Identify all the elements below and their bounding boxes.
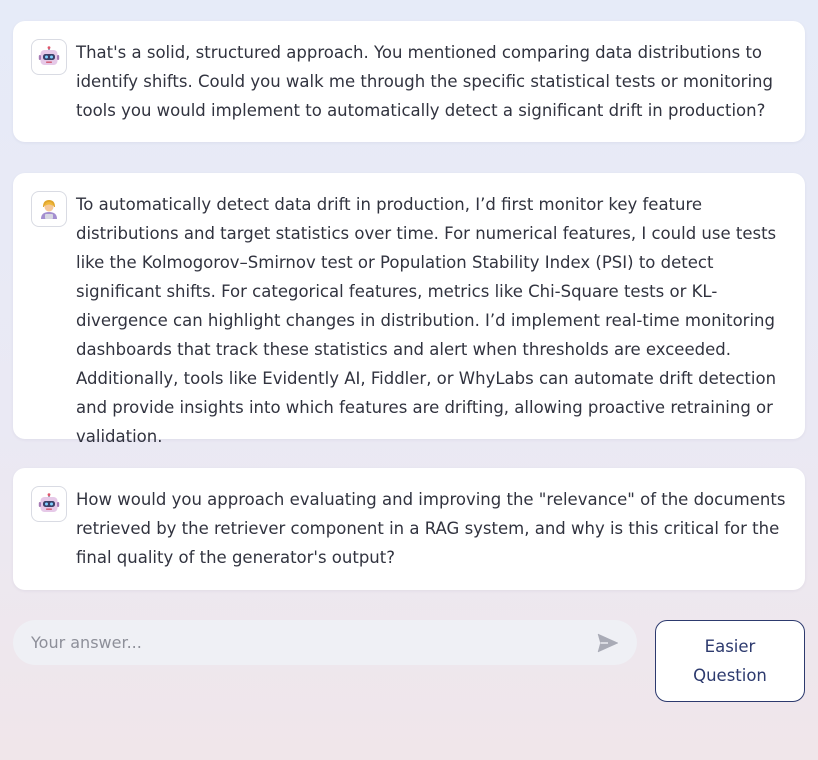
chat-message-assistant: That's a solid, structured approach. You…: [13, 21, 805, 142]
send-icon: [597, 633, 619, 652]
chat-message-user: To automatically detect data drift in pr…: [13, 173, 805, 446]
answer-input-bar: [13, 620, 637, 665]
assistant-avatar: [31, 39, 67, 75]
assistant-avatar: [31, 486, 67, 522]
robot-icon: [38, 493, 60, 512]
answer-input[interactable]: [31, 633, 595, 652]
chat-message-assistant: How would you approach evaluating and im…: [13, 468, 805, 590]
message-text: To automatically detect data drift in pr…: [76, 195, 777, 446]
robot-icon: [38, 46, 60, 65]
user-avatar: [31, 191, 67, 227]
send-button[interactable]: [595, 630, 621, 656]
message-text: That's a solid, structured approach. You…: [76, 43, 773, 120]
easier-question-button[interactable]: Easier Question: [655, 620, 805, 702]
message-text: How would you approach evaluating and im…: [76, 490, 786, 567]
user-avatar-icon: [41, 200, 57, 219]
